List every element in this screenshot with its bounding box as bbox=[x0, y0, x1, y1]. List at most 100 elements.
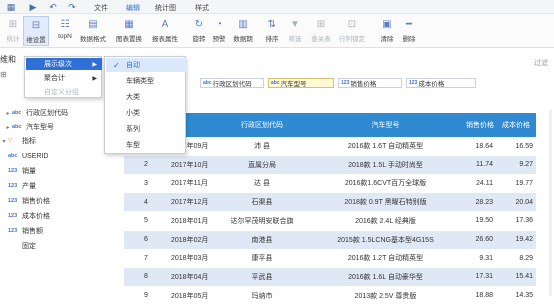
tree-item-car-model[interactable]: ▸ abc 汽车型号 bbox=[4, 121, 54, 133]
menu-file[interactable]: 文件 bbox=[94, 3, 108, 13]
table-cell-region[interactable]: 康平县 bbox=[217, 249, 307, 267]
tree-root-toggle[interactable]: ⊞ bbox=[0, 70, 12, 80]
table-cell-model[interactable]: 2018款 1.5L 手动时尚型 bbox=[307, 156, 464, 174]
dimension-settings-button[interactable]: ⊟ 维设置 bbox=[23, 16, 49, 46]
menu-edit[interactable]: 编辑 bbox=[124, 3, 142, 16]
table-cell-cost[interactable]: 20.04 bbox=[496, 193, 536, 211]
column-header-sale-price[interactable]: 销售价格 bbox=[464, 113, 496, 137]
table-cell-model[interactable]: 2015款 1.5LCNG基本型4G15S bbox=[307, 231, 464, 249]
table-cell-price[interactable]: 24.11 bbox=[464, 174, 496, 192]
table-row[interactable]: 5 2018年01月 达尔罕茂明安联合旗 2016款 2.4L 经典版 19.50 17.… bbox=[124, 211, 536, 230]
menu-item-aggregate[interactable]: 聚合计 ▶ bbox=[26, 72, 102, 84]
table-cell-region[interactable]: 沛 县 bbox=[217, 137, 307, 155]
menu-grid-icon[interactable]: ▦ bbox=[6, 2, 16, 12]
report-property-button[interactable]: A 报表属性 bbox=[152, 16, 178, 46]
field-box-cost-price[interactable]: 123 成本价格 bbox=[406, 78, 476, 88]
table-cell-region[interactable]: 南港县 bbox=[217, 231, 307, 249]
redo-icon[interactable]: ↷ bbox=[67, 2, 77, 12]
table-row[interactable]: 8 2018年04月 平武县 2016款 1.6L 自动豪华型 17.31 15.41 bbox=[124, 267, 536, 286]
table-row[interactable]: 6 2018年02月 南港县 2015款 1.5LCNG基本型4G15S 26.60 19… bbox=[124, 230, 536, 249]
table-cell-price[interactable]: 26.60 bbox=[464, 231, 496, 249]
column-header-region-code[interactable]: 行政区划代码 bbox=[217, 113, 307, 137]
table-cell-model[interactable]: 2016款 1.2T 自动精英型 bbox=[307, 249, 464, 267]
table-cell-model[interactable]: 2016款 1.6T 自动精英型 bbox=[307, 137, 464, 155]
table-cell-region[interactable]: 直属分局 bbox=[217, 156, 307, 174]
table-row[interactable]: 7 2018年03月 康平县 2016款 1.2T 自动精英型 9.31 8.29 bbox=[124, 249, 536, 268]
field-box-sale-price[interactable]: 123 销售价格 bbox=[338, 78, 402, 88]
table-cell-date[interactable]: 2017年12月 bbox=[168, 193, 217, 211]
tree-item-sales-volume[interactable]: 123 销量 bbox=[8, 165, 36, 177]
tree-item-userid[interactable]: abc USERID bbox=[8, 150, 48, 162]
table-cell-price[interactable]: 18.88 bbox=[464, 287, 496, 305]
menu-chart[interactable]: 统计图 bbox=[155, 3, 176, 13]
undo-icon[interactable]: ↶ bbox=[48, 2, 58, 12]
tree-item-sales-amount[interactable]: 123 销售额 bbox=[8, 225, 43, 237]
delete-button[interactable]: ━ 删除 bbox=[396, 16, 422, 46]
menu-item-major-class[interactable]: 大类 bbox=[106, 90, 186, 104]
table-cell-idx[interactable]: 2 bbox=[124, 156, 168, 174]
table-cell-model[interactable]: 2013款 2.5V 尊贵版 bbox=[307, 287, 464, 305]
table-cell-cost[interactable]: 16.59 bbox=[496, 137, 536, 155]
tree-item-region-code[interactable]: ▸ abc 行政区划代码 bbox=[4, 107, 68, 119]
table-row[interactable]: 2 2017年10月 直属分局 2018款 1.5L 手动时尚型 11.74 9.27 bbox=[124, 155, 536, 174]
table-cell-date[interactable]: 2017年11月 bbox=[168, 174, 217, 192]
field-box-region-code[interactable]: abc 行政区划代码 bbox=[200, 78, 264, 88]
menu-item-series[interactable]: 系列 bbox=[106, 122, 186, 136]
alert-button[interactable]: ◔ 预警 bbox=[206, 16, 232, 46]
tree-item-output[interactable]: 123 产量 bbox=[8, 180, 36, 192]
table-row[interactable]: 3 2017年11月达 县 2016款1.6CVT百万全球版 24.11 19.77 bbox=[124, 174, 536, 193]
table-cell-price[interactable]: 9.31 bbox=[464, 249, 496, 267]
table-cell-region[interactable]: 玛纳市 bbox=[217, 287, 307, 305]
menu-item-display-level[interactable]: 展示级次 ▶ bbox=[26, 58, 102, 70]
table-cell-idx[interactable]: 9 bbox=[124, 287, 168, 305]
table-cell-date[interactable]: 2017年10月 bbox=[168, 156, 217, 174]
table-cell-cost[interactable]: 17.36 bbox=[496, 212, 536, 230]
table-cell-date[interactable]: 2018年02月 bbox=[168, 231, 217, 249]
table-cell-idx[interactable]: 8 bbox=[124, 268, 168, 286]
table-cell-price[interactable]: 19.50 bbox=[464, 212, 496, 230]
table-cell-price[interactable]: 17.31 bbox=[464, 268, 496, 286]
topn-button[interactable]: ☷ topN bbox=[52, 16, 78, 46]
table-cell-region[interactable]: 达尔罕茂明安联合旗 bbox=[217, 212, 307, 230]
table-cell-model[interactable]: 2016款1.6CVT百万全球版 bbox=[307, 174, 464, 192]
table-cell-price[interactable]: 11.74 bbox=[464, 156, 496, 174]
menu-item-car-type[interactable]: 车型 bbox=[106, 138, 186, 152]
table-cell-region[interactable]: 达 县 bbox=[217, 174, 307, 192]
table-cell-idx[interactable]: 4 bbox=[124, 193, 168, 211]
table-cell-date[interactable]: 2018年04月 bbox=[168, 268, 217, 286]
tree-item-sale-price[interactable]: 123 销售价格 bbox=[8, 195, 50, 207]
menu-style[interactable]: 样式 bbox=[195, 3, 209, 13]
column-header-car-model[interactable]: 汽车型号 bbox=[307, 113, 464, 137]
table-cell-cost[interactable]: 19.42 bbox=[496, 231, 536, 249]
table-cell-cost[interactable]: 8.29 bbox=[496, 249, 536, 267]
table-cell-cost[interactable]: 14.35 bbox=[496, 287, 536, 305]
table-cell-date[interactable]: 2018年05月 bbox=[168, 287, 217, 305]
menu-item-minor-class[interactable]: 小类 bbox=[106, 106, 186, 120]
table-cell-idx[interactable]: 5 bbox=[124, 212, 168, 230]
data-period-button[interactable]: ▥ 数据期 bbox=[230, 16, 256, 46]
table-row[interactable]: 4 2017年12月 石渠县 2018款 0.9T 黑曜石特别版 28.23 20.04 bbox=[124, 193, 536, 212]
column-header-cost-price[interactable]: 成本价格 bbox=[496, 113, 536, 137]
table-cell-model[interactable]: 2018款 0.9T 黑曜石特别版 bbox=[307, 193, 464, 211]
table-cell-model[interactable]: 2016款 1.6L 自动豪华型 bbox=[307, 268, 464, 286]
menu-item-vehicle-type[interactable]: 车辆类型 bbox=[106, 74, 186, 88]
tree-item-metrics[interactable]: ▾ ▽ 指标 bbox=[0, 135, 36, 147]
tree-item-fixed[interactable]: 固定 bbox=[8, 240, 36, 252]
table-cell-idx[interactable]: 7 bbox=[124, 249, 168, 267]
table-cell-idx[interactable]: 6 bbox=[124, 231, 168, 249]
table-cell-date[interactable]: 2018年01月 bbox=[168, 212, 217, 230]
table-cell-price[interactable]: 18.64 bbox=[464, 137, 496, 155]
chart-swap-button[interactable]: ▦ 图表置换 bbox=[116, 16, 142, 46]
table-cell-idx[interactable]: 3 bbox=[124, 174, 168, 192]
table-cell-cost[interactable]: 9.27 bbox=[496, 156, 536, 174]
table-cell-date[interactable]: 2018年03月 bbox=[168, 249, 217, 267]
data-format-button[interactable]: ▤ 数据格式 bbox=[80, 16, 106, 46]
table-cell-cost[interactable]: 19.77 bbox=[496, 174, 536, 192]
table-cell-region[interactable]: 平武县 bbox=[217, 268, 307, 286]
table-cell-price[interactable]: 28.23 bbox=[464, 193, 496, 211]
run-icon[interactable]: ▶ bbox=[28, 2, 38, 12]
vertical-scrollbar[interactable] bbox=[549, 110, 552, 296]
table-cell-cost[interactable]: 15.41 bbox=[496, 268, 536, 286]
table-cell-model[interactable]: 2016款 2.4L 经典版 bbox=[307, 212, 464, 230]
menu-item-auto[interactable]: ✓ 自动 bbox=[106, 58, 186, 72]
